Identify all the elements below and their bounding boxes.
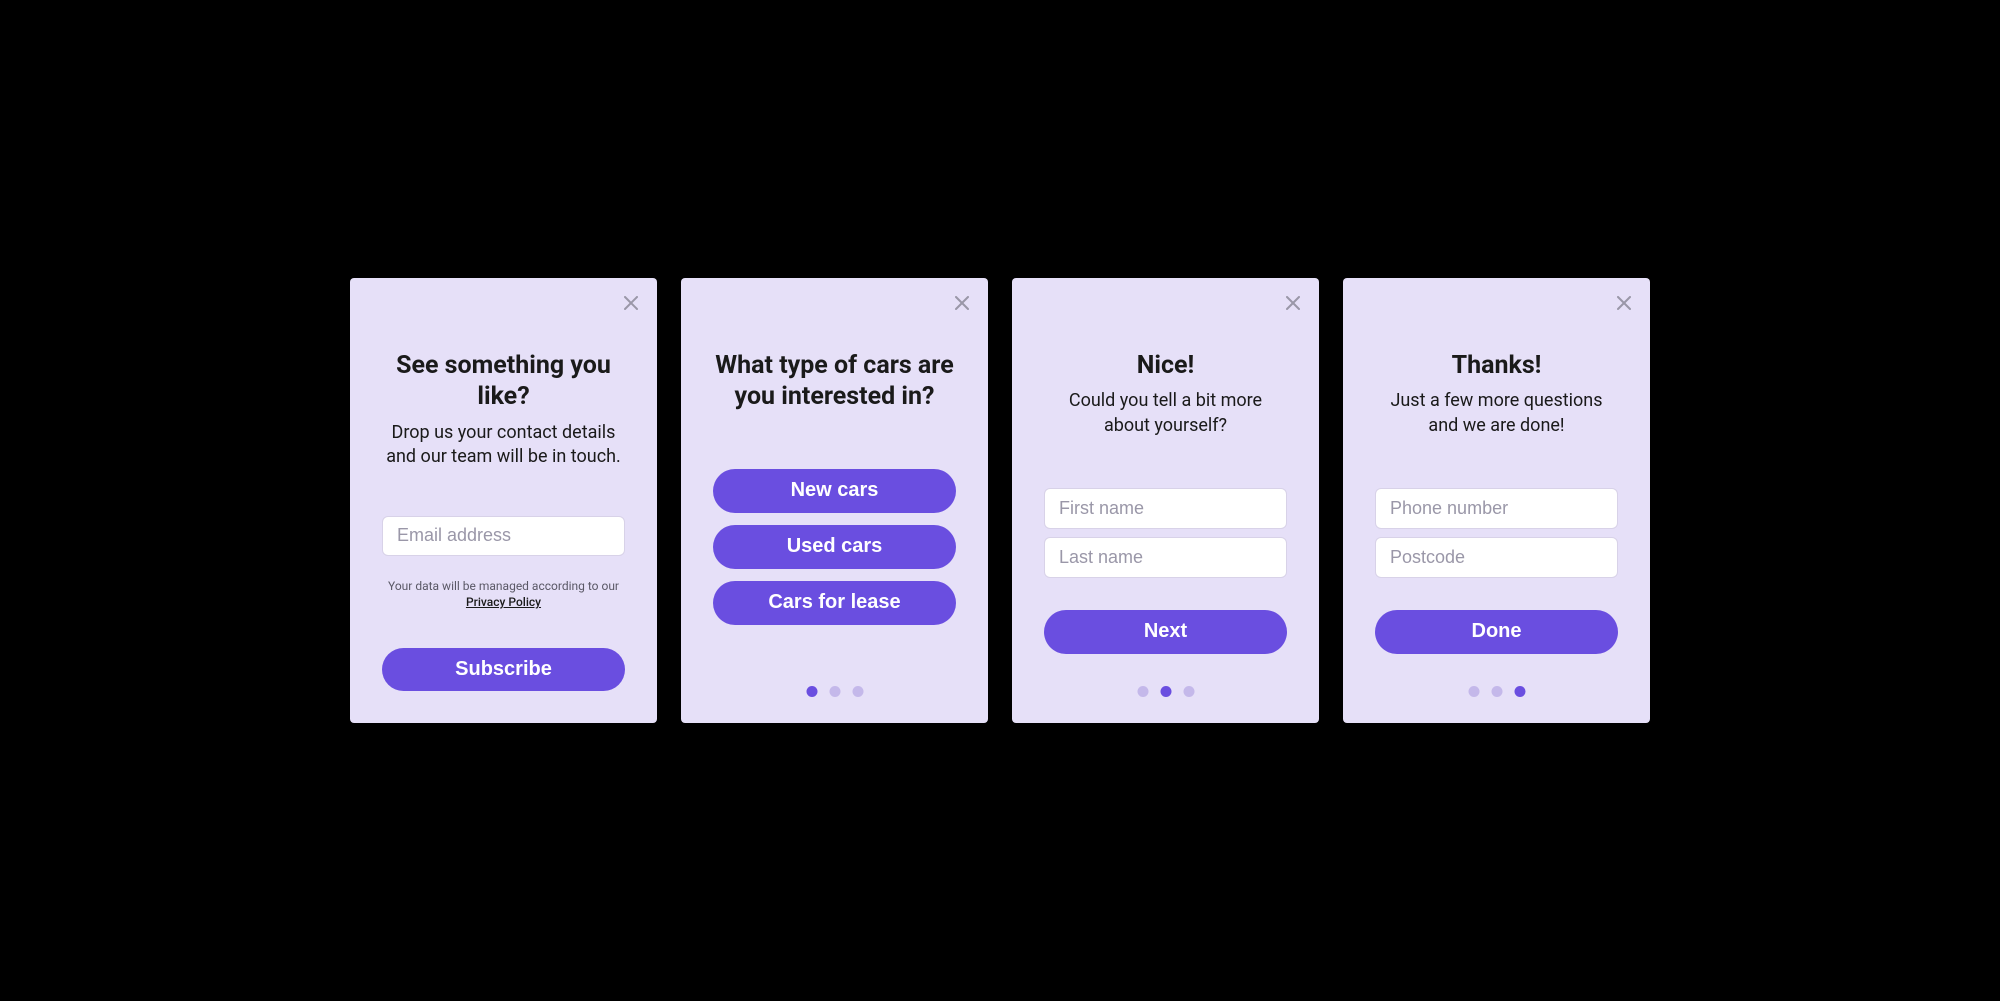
dot-2 — [1160, 686, 1171, 697]
close-icon — [955, 296, 969, 313]
car-options: New cars Used cars Cars for lease — [713, 469, 956, 625]
dot-1 — [1137, 686, 1148, 697]
card-subtitle: Drop us your contact details and our tea… — [382, 421, 625, 470]
name-card: Nice! Could you tell a bit more about yo… — [1012, 278, 1319, 723]
first-name-input[interactable] — [1044, 488, 1287, 529]
postcode-input[interactable] — [1375, 537, 1618, 578]
card-subtitle: Could you tell a bit more about yourself… — [1044, 389, 1287, 438]
dot-1 — [1468, 686, 1479, 697]
close-button[interactable] — [619, 292, 643, 316]
next-button[interactable]: Next — [1044, 610, 1287, 654]
dot-3 — [1514, 686, 1525, 697]
contact-card: Thanks! Just a few more questions and we… — [1343, 278, 1650, 723]
card-title: What type of cars are you interested in? — [713, 350, 956, 413]
contact-inputs — [1375, 488, 1618, 578]
car-type-card: What type of cars are you interested in?… — [681, 278, 988, 723]
subscribe-button[interactable]: Subscribe — [382, 648, 625, 691]
dot-2 — [829, 686, 840, 697]
privacy-text: Your data will be managed according to o… — [388, 578, 619, 612]
card-title: Thanks! — [1452, 350, 1542, 381]
option-new-cars[interactable]: New cars — [713, 469, 956, 513]
step-dots — [1137, 686, 1194, 697]
subscribe-card: See something you like? Drop us your con… — [350, 278, 657, 723]
card-subtitle: Just a few more questions and we are don… — [1375, 389, 1618, 438]
privacy-prefix: Your data will be managed according to o… — [388, 579, 619, 593]
close-button[interactable] — [1612, 292, 1636, 316]
step-dots — [806, 686, 863, 697]
dot-2 — [1491, 686, 1502, 697]
option-cars-for-lease[interactable]: Cars for lease — [713, 581, 956, 625]
option-used-cars[interactable]: Used cars — [713, 525, 956, 569]
dot-3 — [1183, 686, 1194, 697]
close-button[interactable] — [1281, 292, 1305, 316]
privacy-policy-link[interactable]: Privacy Policy — [466, 595, 541, 609]
dot-3 — [852, 686, 863, 697]
close-icon — [1617, 296, 1631, 313]
name-inputs — [1044, 488, 1287, 578]
close-button[interactable] — [950, 292, 974, 316]
email-input[interactable] — [382, 516, 625, 556]
card-title: See something you like? — [382, 350, 625, 413]
done-button[interactable]: Done — [1375, 610, 1618, 654]
dot-1 — [806, 686, 817, 697]
close-icon — [1286, 296, 1300, 313]
step-dots — [1468, 686, 1525, 697]
phone-input[interactable] — [1375, 488, 1618, 529]
card-title: Nice! — [1137, 350, 1195, 381]
close-icon — [624, 296, 638, 313]
last-name-input[interactable] — [1044, 537, 1287, 578]
